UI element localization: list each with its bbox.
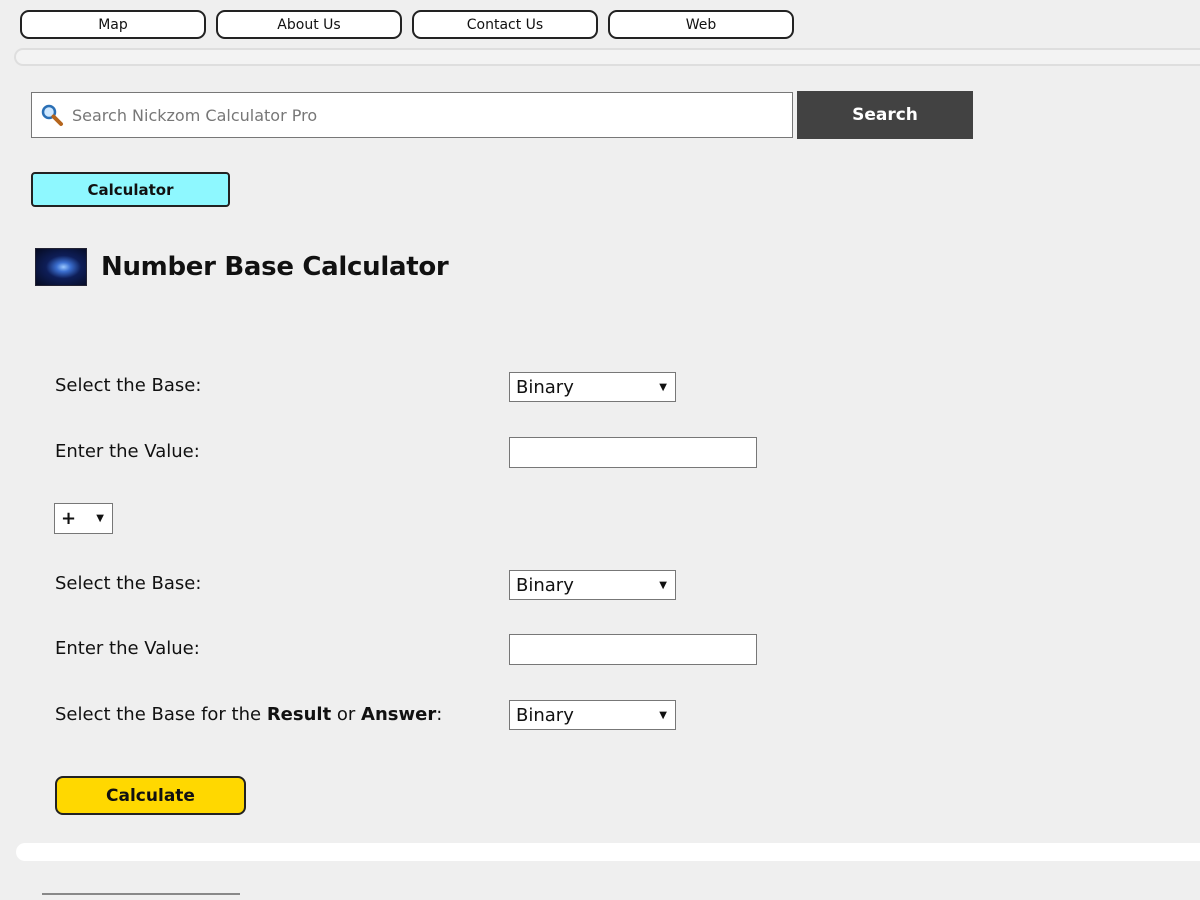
search-button[interactable]: Search (797, 91, 973, 139)
footer-divider (16, 843, 1200, 861)
chevron-down-icon: ▼ (659, 709, 667, 721)
search-input[interactable] (70, 92, 792, 138)
result-base-select-value: Binary (516, 704, 574, 726)
base2-label: Select the Base: (55, 573, 202, 594)
search-icon (40, 102, 66, 128)
value2-input[interactable] (509, 634, 757, 665)
chevron-down-icon: ▼ (659, 381, 667, 393)
nav-web-button[interactable]: Web (608, 10, 794, 39)
value1-label: Enter the Value: (55, 441, 200, 462)
nav-contact-us-button[interactable]: Contact Us (412, 10, 598, 39)
page-title: Number Base Calculator (101, 252, 449, 282)
chevron-down-icon: ▼ (96, 513, 104, 524)
base1-select[interactable]: Binary ▼ (509, 372, 676, 402)
operator-select-value: + (61, 508, 77, 529)
page: Map About Us Contact Us Web Search Calcu… (0, 0, 1200, 900)
nav-about-us-button[interactable]: About Us (216, 10, 402, 39)
base2-select-value: Binary (516, 574, 574, 596)
result-label-result: Result (266, 704, 332, 725)
value2-label: Enter the Value: (55, 638, 200, 659)
calculator-logo-icon (35, 248, 87, 286)
value1-input[interactable] (509, 437, 757, 468)
footer-rule (42, 893, 240, 895)
result-label-or: or (331, 704, 362, 725)
base2-select[interactable]: Binary ▼ (509, 570, 676, 600)
calculator-category-button[interactable]: Calculator (31, 172, 230, 207)
search-box[interactable] (31, 92, 793, 138)
nav-map-button[interactable]: Map (20, 10, 206, 39)
calculate-button[interactable]: Calculate (55, 776, 246, 815)
nav-divider (14, 48, 1200, 66)
base1-select-value: Binary (516, 376, 574, 398)
result-base-select[interactable]: Binary ▼ (509, 700, 676, 730)
operator-select[interactable]: + ▼ (54, 503, 113, 534)
result-label-suffix: : (436, 704, 443, 725)
result-label-answer: Answer (361, 704, 437, 725)
chevron-down-icon: ▼ (659, 579, 667, 591)
result-base-label: Select the Base for the Result or Answer… (55, 704, 442, 725)
top-nav: Map About Us Contact Us Web (20, 10, 794, 39)
result-label-prefix: Select the Base for the (55, 704, 267, 725)
base1-label: Select the Base: (55, 375, 202, 396)
